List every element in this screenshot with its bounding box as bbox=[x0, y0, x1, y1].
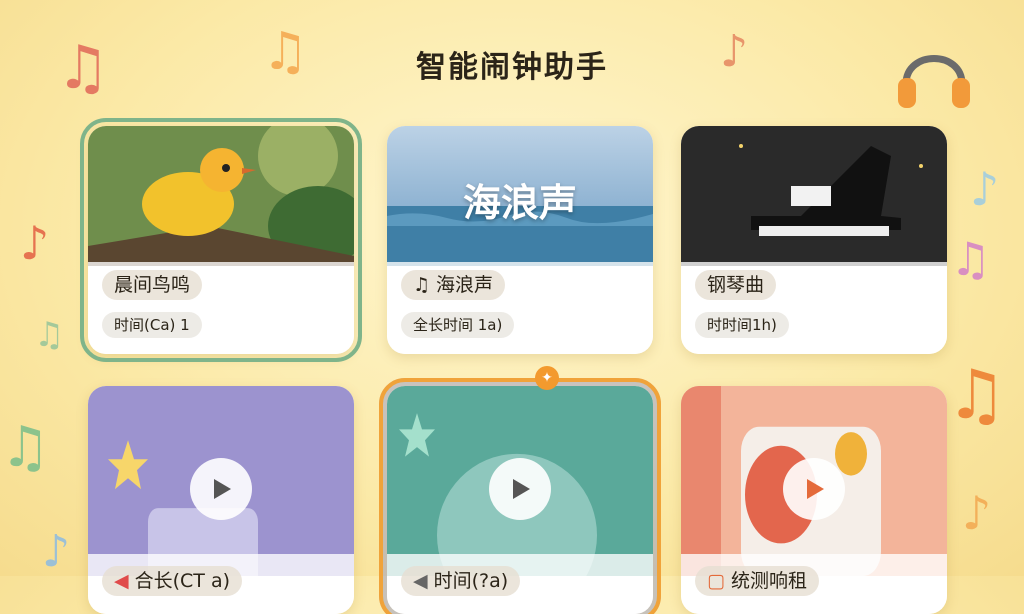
play-button[interactable] bbox=[190, 458, 252, 520]
play-button[interactable] bbox=[489, 458, 551, 520]
music-note-icon: ♫ bbox=[0, 415, 51, 480]
play-button[interactable] bbox=[783, 458, 845, 520]
music-note-icon: ♪ bbox=[42, 526, 71, 577]
piano-image bbox=[681, 126, 947, 266]
sound-card-waves[interactable]: 海浪声 ♫ 海浪声 全长时间 1a) bbox=[387, 126, 653, 354]
music-note-icon: ♫ bbox=[34, 315, 65, 355]
card-title-wrap: ♫ 海浪声 bbox=[401, 270, 506, 300]
bird-image bbox=[88, 126, 354, 266]
card-title: 钢琴曲 bbox=[695, 270, 777, 300]
music-note-icon: ♫ bbox=[950, 232, 992, 286]
sound-card-4[interactable]: ◀ 合长(CT a) bbox=[88, 386, 354, 614]
sound-card-5[interactable]: ◀ 时间(?a) bbox=[379, 378, 661, 614]
headphones-icon bbox=[898, 55, 970, 108]
card-title: 晨间鸟鸣 bbox=[102, 270, 203, 300]
music-note-icon: ♪ bbox=[970, 162, 1000, 216]
card-subtitle: 时间(Ca) 1 bbox=[102, 312, 202, 338]
speaker-icon: ♫ bbox=[413, 274, 431, 296]
card-subtitle: 全长时间 1a) bbox=[401, 312, 515, 338]
play-icon bbox=[214, 479, 231, 499]
speaker-icon: ◀ bbox=[413, 570, 428, 592]
waves-overlay-text: 海浪声 bbox=[462, 181, 577, 225]
square-icon: ▢ bbox=[707, 570, 725, 592]
selection-badge-icon: ✦ bbox=[535, 366, 559, 390]
card-title-wrap: ◀ 合长(CT a) bbox=[102, 566, 243, 596]
speaker-icon: ◀ bbox=[114, 570, 129, 592]
card-subtitle: 时时间1h) bbox=[695, 312, 789, 338]
card-title: 合长(CT a) bbox=[134, 570, 231, 592]
sound-card-piano[interactable]: 钢琴曲 时时间1h) bbox=[681, 126, 947, 354]
page-title: 智能闹钟助手 bbox=[416, 50, 608, 85]
play-icon bbox=[513, 479, 530, 499]
music-note-icon: ♪ bbox=[720, 26, 749, 77]
music-note-icon: ♫ bbox=[946, 356, 1007, 435]
card-title: 海浪声 bbox=[436, 274, 494, 296]
music-note-icon: ♫ bbox=[262, 22, 309, 82]
music-note-icon: ♪ bbox=[962, 486, 992, 540]
play-icon bbox=[807, 479, 824, 499]
card-title-wrap: ▢ 统测响租 bbox=[695, 566, 819, 596]
card-title: 时间(?a) bbox=[433, 570, 509, 592]
music-note-icon: ♫ bbox=[56, 33, 110, 103]
music-note-icon: ♪ bbox=[20, 216, 50, 270]
sound-card-birds[interactable]: 晨间鸟鸣 时间(Ca) 1 bbox=[80, 118, 362, 362]
card-title: 统测响租 bbox=[730, 570, 807, 592]
card-title-wrap: ◀ 时间(?a) bbox=[401, 566, 521, 596]
sound-card-6[interactable]: ▢ 统测响租 bbox=[681, 386, 947, 614]
